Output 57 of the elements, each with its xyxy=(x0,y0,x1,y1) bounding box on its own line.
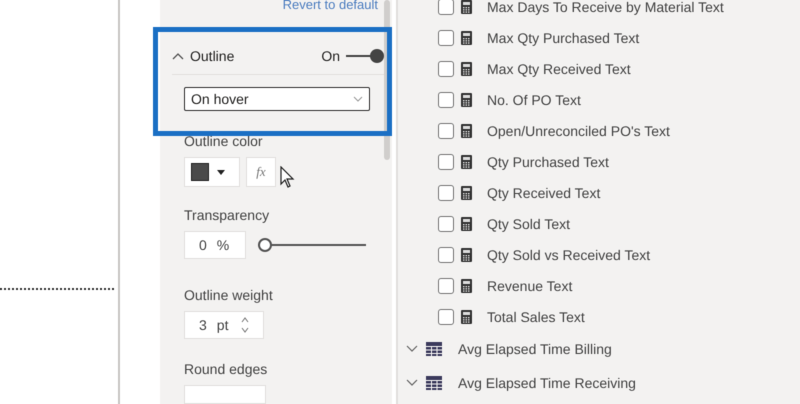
slider[interactable] xyxy=(258,238,366,252)
spin-field[interactable]: 3 pt xyxy=(184,311,264,340)
calculator-icon xyxy=(461,30,472,44)
measure-name[interactable]: No. Of PO Text xyxy=(487,92,581,108)
field-label: Transparency xyxy=(184,207,270,224)
calculator-icon xyxy=(461,248,472,262)
checkbox[interactable] xyxy=(438,154,454,170)
calculator-icon xyxy=(461,92,472,106)
chevron-down-icon[interactable] xyxy=(406,345,418,353)
chevron-down-icon xyxy=(353,96,363,102)
measure-name[interactable]: Qty Purchased Text xyxy=(487,154,609,170)
checkbox[interactable] xyxy=(438,184,454,200)
chevron-down-icon[interactable] xyxy=(406,379,418,387)
checkbox[interactable] xyxy=(438,60,454,76)
toggle-switch[interactable] xyxy=(346,49,384,64)
measure-name[interactable]: Revenue Text xyxy=(487,278,572,294)
measure-name[interactable]: Qty Sold vs Received Text xyxy=(487,246,650,262)
section-header[interactable]: Outline On xyxy=(172,42,384,76)
measure-name[interactable]: Qty Sold Text xyxy=(487,216,570,232)
caret-icon xyxy=(217,170,225,175)
toggle-label: On xyxy=(321,48,340,64)
calculator-icon xyxy=(461,310,472,324)
measure-name[interactable]: Max Qty Received Text xyxy=(487,60,631,76)
fx-button[interactable]: fx xyxy=(246,157,276,188)
calculator-icon xyxy=(461,186,472,200)
calculator-icon xyxy=(461,278,472,292)
table-icon xyxy=(426,342,442,356)
number-field[interactable]: 0 % xyxy=(184,231,246,260)
calculator-icon xyxy=(461,154,472,168)
color-picker[interactable] xyxy=(184,157,240,188)
table-name[interactable]: Avg Elapsed Time Receiving xyxy=(458,375,636,391)
measure-name[interactable]: Max Days To Receive by Material Text xyxy=(487,0,724,14)
section-title: Outline xyxy=(190,48,236,64)
checkbox[interactable] xyxy=(438,216,454,232)
checkbox[interactable] xyxy=(438,278,454,294)
chevron-up-icon[interactable] xyxy=(172,52,184,60)
checkbox[interactable] xyxy=(438,30,454,46)
checkbox[interactable] xyxy=(438,308,454,324)
measure-name[interactable]: Total Sales Text xyxy=(487,308,585,324)
spin-field[interactable] xyxy=(184,385,266,404)
mouse-cursor-icon xyxy=(280,166,296,188)
calculator-icon xyxy=(461,216,472,230)
table-name[interactable]: Avg Elapsed Time Billing xyxy=(458,341,612,357)
table-icon xyxy=(426,376,442,390)
calculator-icon xyxy=(461,62,472,76)
measure-name[interactable]: Max Qty Purchased Text xyxy=(487,30,640,46)
mode-dropdown[interactable]: On hover xyxy=(184,87,370,112)
measure-name[interactable]: Open/Unreconciled PO's Text xyxy=(487,122,670,138)
checkbox[interactable] xyxy=(438,0,454,14)
checkbox[interactable] xyxy=(438,92,454,108)
checkbox[interactable] xyxy=(438,246,454,262)
checkbox[interactable] xyxy=(438,122,454,138)
field-label: Round edges xyxy=(184,361,268,378)
calculator-icon xyxy=(461,124,472,138)
field-label: Outline weight xyxy=(184,287,274,304)
measure-name[interactable]: Qty Received Text xyxy=(487,184,600,200)
field-label: Outline color xyxy=(184,133,264,150)
